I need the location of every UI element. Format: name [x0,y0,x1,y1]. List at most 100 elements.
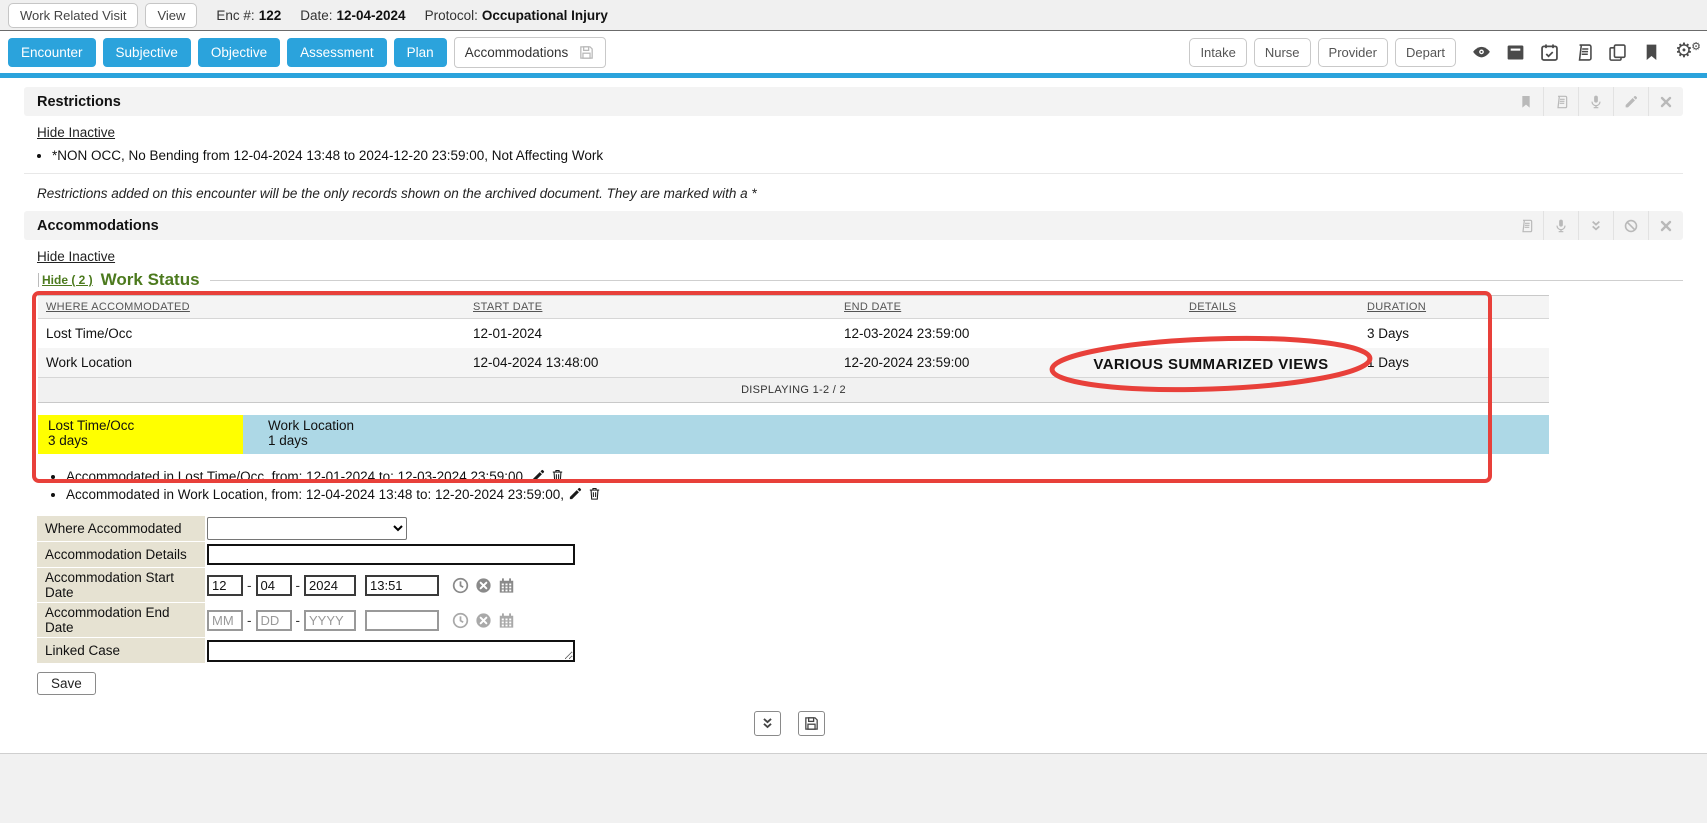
accommodation-start-date-label: Accommodation Start Date [37,568,205,602]
cell-duration: 1 Days [1359,348,1549,378]
work-status-hide-link[interactable]: Hide ( 2 ) [38,273,93,287]
gears-icon[interactable]: ⚙⚙ [1675,41,1699,63]
start-time-input[interactable] [365,575,439,596]
book-icon[interactable] [1508,211,1543,240]
start-month-input[interactable] [207,575,243,596]
end-day-input[interactable] [256,610,292,631]
tab-bar-right-group: Intake Nurse Provider Depart ⚙⚙ [1189,38,1699,67]
calendar-check-icon[interactable] [1539,42,1560,63]
end-time-input[interactable] [365,610,439,631]
close-icon[interactable] [1648,211,1683,240]
depart-button[interactable]: Depart [1395,38,1456,67]
collapse-icon[interactable] [1578,211,1613,240]
tab-objective[interactable]: Objective [198,38,280,67]
encounter-number-label: Enc #: [216,8,254,23]
save-disk-icon [578,44,595,61]
restriction-item: *NON OCC, No Bending from 12-04-2024 13:… [52,148,1683,163]
date-separator: - [296,613,301,628]
encounter-number-field: Enc #:122 [216,8,281,23]
clear-circle-icon[interactable] [474,576,493,595]
book-icon[interactable] [1573,42,1594,63]
start-year-input[interactable] [304,575,356,596]
summary-title: Lost Time/Occ [48,418,233,433]
calendar-icon[interactable] [497,611,516,630]
accommodations-title: Accommodations [37,218,159,234]
calendar-icon[interactable] [497,576,516,595]
col-header-duration[interactable]: DURATION [1359,296,1549,319]
cell-end: 12-20-2024 23:59:00 [836,348,1181,378]
block-icon[interactable] [1613,211,1648,240]
summary-duration: 1 days [268,433,1539,448]
cell-details [1181,348,1359,378]
table-row[interactable]: Lost Time/Occ 12-01-2024 12-03-2024 23:5… [38,319,1549,349]
restrictions-header: Restrictions [24,87,1683,116]
where-accommodated-label: Where Accommodated [37,516,205,541]
save-section-button[interactable] [798,711,825,736]
summary-block-lost-time: Lost Time/Occ 3 days [38,415,243,454]
tab-bar: Encounter Subjective Objective Assessmen… [0,31,1707,78]
bookmark-icon[interactable] [1508,87,1543,116]
col-header-start-date[interactable]: START DATE [465,296,836,319]
microphone-icon[interactable] [1578,87,1613,116]
col-header-end-date[interactable]: END DATE [836,296,1181,319]
summary-band: Lost Time/Occ 3 days Work Location 1 day… [38,415,1549,454]
tab-plan[interactable]: Plan [394,38,447,67]
end-month-input[interactable] [207,610,243,631]
restrictions-header-icons [1508,87,1683,116]
linked-case-input[interactable] [207,640,575,662]
restrictions-title: Restrictions [37,94,121,110]
summary-block-work-location: Work Location 1 days [243,415,1549,454]
clock-icon[interactable] [451,576,470,595]
date-value: 12-04-2024 [337,8,406,23]
tab-accommodations-active[interactable]: Accommodations [454,37,607,68]
clear-circle-icon[interactable] [474,611,493,630]
start-day-input[interactable] [256,575,292,596]
accommodation-details-input[interactable] [207,544,575,565]
collapse-section-button[interactable] [754,711,781,736]
accommodation-summary-text: Accommodated in Work Location, from: 12-… [66,487,564,502]
table-paging-status: DISPLAYING 1-2 / 2 [38,378,1549,403]
copy-icon[interactable] [1607,42,1628,63]
active-tab-label: Accommodations [465,45,569,60]
tab-encounter[interactable]: Encounter [8,38,96,67]
accommodations-hide-inactive-link[interactable]: Hide Inactive [37,249,115,264]
view-button[interactable]: View [145,3,197,28]
cell-start: 12-01-2024 [465,319,836,349]
cell-where: Lost Time/Occ [38,319,465,349]
microphone-icon[interactable] [1543,211,1578,240]
pencil-icon[interactable] [1613,87,1648,116]
trash-icon[interactable] [550,468,565,483]
edit-pencil-icon[interactable] [568,486,583,501]
cell-start: 12-04-2024 13:48:00 [465,348,836,378]
work-related-visit-button[interactable]: Work Related Visit [8,3,138,28]
nurse-button[interactable]: Nurse [1254,38,1311,67]
bookmark-icon[interactable] [1641,42,1662,63]
clock-icon[interactable] [451,611,470,630]
save-button[interactable]: Save [37,672,96,695]
col-header-details[interactable]: DETAILS [1181,296,1359,319]
tab-assessment[interactable]: Assessment [287,38,387,67]
provider-button[interactable]: Provider [1318,38,1388,67]
work-status-title: Work Status [101,270,200,290]
cell-where: Work Location [38,348,465,378]
footer-strip [0,753,1707,823]
accommodations-header-icons [1508,211,1683,240]
end-year-input[interactable] [304,610,356,631]
col-header-where-accommodated[interactable]: WHERE ACCOMMODATED [38,296,465,319]
table-row[interactable]: Work Location 12-04-2024 13:48:00 12-20-… [38,348,1549,378]
edit-pencil-icon[interactable] [531,468,546,483]
book-icon[interactable] [1543,87,1578,116]
tab-subjective[interactable]: Subjective [103,38,191,67]
accommodation-end-date-label: Accommodation End Date [37,603,205,637]
where-accommodated-select[interactable] [207,517,407,540]
trash-icon[interactable] [587,486,602,501]
intake-button[interactable]: Intake [1189,38,1246,67]
eye-icon[interactable] [1471,42,1492,63]
date-separator: - [247,578,252,593]
accommodation-summary-text: Accommodated in Lost Time/Occ, from: 12-… [66,469,527,484]
close-icon[interactable] [1648,87,1683,116]
cell-end: 12-03-2024 23:59:00 [836,319,1181,349]
top-bar: Work Related Visit View Enc #:122 Date:1… [0,0,1707,31]
restrictions-hide-inactive-link[interactable]: Hide Inactive [37,125,115,140]
archive-icon[interactable] [1505,42,1526,63]
